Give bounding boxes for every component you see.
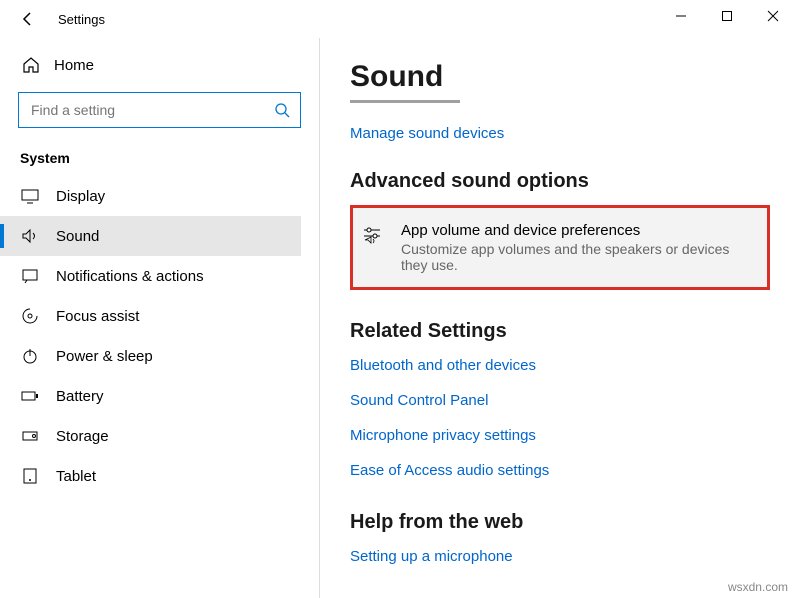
app-volume-option[interactable]: App volume and device preferences Custom…: [350, 205, 770, 290]
home-label: Home: [54, 57, 94, 74]
related-link-sound-control[interactable]: Sound Control Panel: [350, 388, 796, 413]
sidebar: Home System Display Sound Notifications …: [0, 38, 320, 598]
sidebar-item-battery[interactable]: Battery: [0, 376, 301, 416]
manage-devices-link[interactable]: Manage sound devices: [350, 121, 504, 146]
related-header: Related Settings: [350, 320, 796, 343]
tablet-icon: [21, 467, 39, 485]
home-nav[interactable]: Home: [18, 48, 301, 82]
sidebar-item-label: Display: [56, 188, 105, 205]
sidebar-item-label: Tablet: [56, 468, 96, 485]
section-header: System: [20, 150, 301, 166]
minimize-button[interactable]: [658, 0, 704, 32]
close-icon: [767, 10, 779, 22]
sidebar-item-label: Storage: [56, 428, 109, 445]
help-link-microphone[interactable]: Setting up a microphone: [350, 544, 796, 569]
advanced-header: Advanced sound options: [350, 170, 796, 193]
display-icon: [21, 187, 39, 205]
help-header: Help from the web: [350, 511, 796, 534]
maximize-icon: [721, 10, 733, 22]
page-title: Sound: [350, 60, 796, 94]
sidebar-item-storage[interactable]: Storage: [0, 416, 301, 456]
close-button[interactable]: [750, 0, 796, 32]
title-underline: [350, 100, 460, 103]
sidebar-item-focus-assist[interactable]: Focus assist: [0, 296, 301, 336]
titlebar: Settings: [0, 0, 796, 38]
notification-icon: [21, 267, 39, 285]
related-link-bluetooth[interactable]: Bluetooth and other devices: [350, 353, 796, 378]
back-button[interactable]: [14, 5, 42, 33]
search-box[interactable]: [18, 92, 301, 128]
option-desc: Customize app volumes and the speakers o…: [401, 241, 751, 273]
sidebar-item-tablet[interactable]: Tablet: [0, 456, 301, 496]
option-title: App volume and device preferences: [401, 222, 751, 239]
sidebar-item-label: Power & sleep: [56, 348, 153, 365]
sidebar-item-label: Battery: [56, 388, 104, 405]
home-icon: [22, 56, 40, 74]
related-link-ease-of-access[interactable]: Ease of Access audio settings: [350, 458, 796, 483]
sidebar-item-notifications[interactable]: Notifications & actions: [0, 256, 301, 296]
sidebar-item-label: Sound: [56, 228, 99, 245]
related-link-microphone-privacy[interactable]: Microphone privacy settings: [350, 423, 796, 448]
arrow-left-icon: [20, 11, 36, 27]
sidebar-item-power-sleep[interactable]: Power & sleep: [0, 336, 301, 376]
window-title: Settings: [58, 12, 105, 27]
sidebar-item-display[interactable]: Display: [0, 176, 301, 216]
power-icon: [21, 347, 39, 365]
minimize-icon: [675, 10, 687, 22]
watermark: wsxdn.com: [728, 580, 788, 594]
storage-icon: [21, 427, 39, 445]
sidebar-item-label: Focus assist: [56, 308, 139, 325]
sidebar-item-label: Notifications & actions: [56, 268, 204, 285]
focus-icon: [21, 307, 39, 325]
search-input[interactable]: [29, 101, 274, 119]
search-icon: [274, 102, 290, 118]
main-content: Sound Manage sound devices Advanced soun…: [320, 38, 796, 598]
sound-icon: [21, 227, 39, 245]
sidebar-item-sound[interactable]: Sound: [0, 216, 301, 256]
sliders-icon: [361, 224, 383, 246]
battery-icon: [21, 387, 39, 405]
maximize-button[interactable]: [704, 0, 750, 32]
